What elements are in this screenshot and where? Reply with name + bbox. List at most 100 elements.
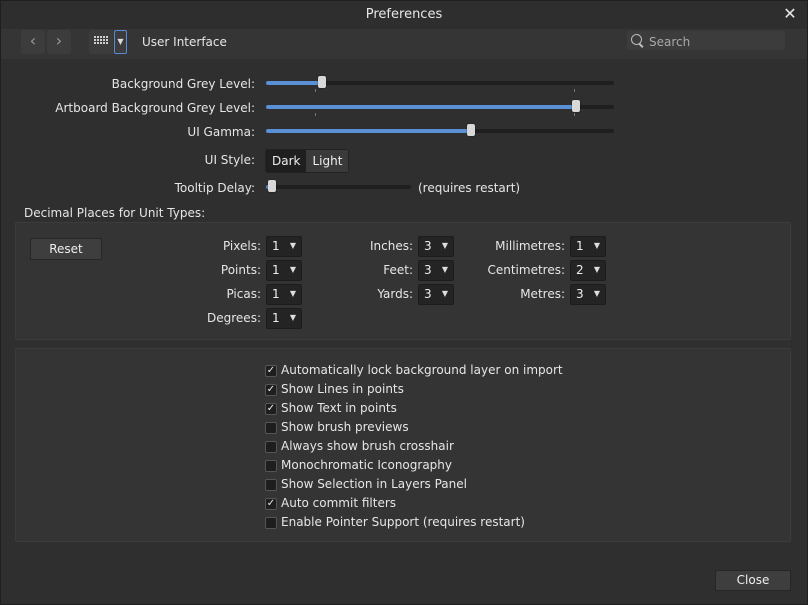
search-icon <box>631 34 642 45</box>
bg-grey-slider[interactable] <box>266 76 614 88</box>
unit-label: Picas: <box>226 287 261 301</box>
unit-label: Feet: <box>383 263 413 277</box>
preferences-window: Preferences ✕ ‹ › ▼ User Interface Backg… <box>0 0 808 605</box>
ui-gamma-slider[interactable] <box>266 124 614 136</box>
option-label: Show Text in points <box>281 401 397 415</box>
search-box <box>627 31 785 51</box>
dropdown-value: 3 <box>424 287 432 301</box>
tooltip-delay-slider[interactable] <box>266 180 411 192</box>
tooltip-note: (requires restart) <box>418 181 521 195</box>
dropdown-value: 1 <box>272 311 280 325</box>
close-icon[interactable]: ✕ <box>781 5 799 23</box>
metres-dropdown[interactable]: 3 ▼ <box>570 284 606 305</box>
unit-label: Degrees: <box>207 311 261 325</box>
ui-style-dark-button[interactable]: Dark <box>266 150 307 172</box>
chevron-down-icon: ▼ <box>441 241 448 250</box>
decimal-heading: Decimal Places for Unit Types: <box>24 206 206 220</box>
checkbox[interactable] <box>265 441 277 453</box>
option-label: Show Selection in Layers Panel <box>281 477 467 491</box>
unit-label: Inches: <box>369 239 413 253</box>
centimetres-dropdown[interactable]: 2 ▼ <box>570 260 606 281</box>
pixels-dropdown[interactable]: 1 ▼ <box>266 236 302 257</box>
tooltip-delay-label: Tooltip Delay: <box>174 181 255 195</box>
unit-label: Centimetres: <box>487 263 565 277</box>
checkbox[interactable] <box>265 517 277 529</box>
dropdown-value: 3 <box>424 263 432 277</box>
chevron-down-icon: ▼ <box>117 37 124 46</box>
dropdown-value: 1 <box>272 239 280 253</box>
ui-gamma-label: UI Gamma: <box>187 125 255 139</box>
artboard-grey-thumb[interactable] <box>571 100 580 112</box>
chevron-down-icon: ▼ <box>593 265 600 274</box>
picas-dropdown[interactable]: 1 ▼ <box>266 284 302 305</box>
unit-label: Yards: <box>377 287 413 301</box>
reset-button[interactable]: Reset <box>30 238 102 260</box>
chevron-down-icon: ▼ <box>441 289 448 298</box>
dropdown-value: 1 <box>576 239 584 253</box>
toolbar: ‹ › ▼ User Interface <box>1 29 807 59</box>
millimetres-dropdown[interactable]: 1 ▼ <box>570 236 606 257</box>
yards-dropdown[interactable]: 3 ▼ <box>418 284 454 305</box>
dropdown-value: 3 <box>424 239 432 253</box>
chevron-right-icon: › <box>55 31 63 50</box>
unit-label: Metres: <box>520 287 565 301</box>
inches-dropdown[interactable]: 3 ▼ <box>418 236 454 257</box>
window-title: Preferences <box>365 7 443 22</box>
chevron-left-icon: ‹ <box>29 31 37 50</box>
section-title: User Interface <box>142 35 227 49</box>
points-dropdown[interactable]: 1 ▼ <box>266 260 302 281</box>
ui-style-toggle: Dark Light <box>265 149 350 173</box>
option-label: Automatically lock background layer on i… <box>281 363 563 377</box>
checkmark-icon[interactable]: ✓ <box>265 403 277 415</box>
dropdown-value: 1 <box>272 263 280 277</box>
chevron-down-icon: ▼ <box>441 265 448 274</box>
back-button[interactable]: ‹ <box>21 30 45 54</box>
bg-grey-thumb[interactable] <box>317 76 326 88</box>
chevron-down-icon: ▼ <box>289 289 296 298</box>
checkbox[interactable] <box>265 422 277 434</box>
unit-label: Points: <box>220 263 261 277</box>
tooltip-delay-thumb[interactable] <box>267 180 276 192</box>
checkmark-icon[interactable]: ✓ <box>265 365 277 377</box>
ui-gamma-fill <box>266 129 472 133</box>
bg-grey-fill <box>266 81 322 85</box>
search-input[interactable] <box>647 32 783 51</box>
dropdown-value: 1 <box>272 287 280 301</box>
bg-grey-label: Background Grey Level: <box>111 77 255 91</box>
unit-label: Pixels: <box>222 239 261 253</box>
artboard-grey-label: Artboard Background Grey Level: <box>55 101 255 115</box>
dropdown-value: 3 <box>576 287 584 301</box>
bg-grey-tick <box>574 89 575 92</box>
artboard-grey-fill <box>266 105 576 109</box>
checkbox[interactable] <box>265 479 277 491</box>
option-label: Auto commit filters <box>281 496 397 510</box>
chevron-down-icon: ▼ <box>289 313 296 322</box>
chevron-down-icon: ▼ <box>593 289 600 298</box>
grid-icon <box>94 36 108 44</box>
title-bar: Preferences ✕ <box>1 1 807 29</box>
dropdown-value: 2 <box>576 263 584 277</box>
chevron-down-icon: ▼ <box>593 241 600 250</box>
option-label: Show Lines in points <box>281 382 404 396</box>
grid-dropdown-button[interactable]: ▼ <box>114 30 127 54</box>
option-label: Monochromatic Iconography <box>281 458 453 472</box>
forward-button[interactable]: › <box>47 30 71 54</box>
ui-style-light-button[interactable]: Light <box>306 150 349 172</box>
chevron-down-icon: ▼ <box>289 241 296 250</box>
checkmark-icon[interactable]: ✓ <box>265 384 277 396</box>
feet-dropdown[interactable]: 3 ▼ <box>418 260 454 281</box>
bg-grey-tick <box>315 89 316 92</box>
close-button[interactable]: Close <box>715 570 791 591</box>
ui-gamma-thumb[interactable] <box>467 124 476 136</box>
option-label: Always show brush crosshair <box>281 439 454 453</box>
chevron-down-icon: ▼ <box>289 265 296 274</box>
artboard-grey-tick <box>574 113 575 116</box>
artboard-grey-tick <box>315 113 316 116</box>
checkmark-icon[interactable]: ✓ <box>265 498 277 510</box>
checkbox[interactable] <box>265 460 277 472</box>
unit-label: Millimetres: <box>495 239 565 253</box>
option-label: Show brush previews <box>281 420 409 434</box>
grid-view-button[interactable] <box>89 30 113 54</box>
artboard-grey-slider[interactable] <box>266 100 614 112</box>
degrees-dropdown[interactable]: 1 ▼ <box>266 308 302 329</box>
